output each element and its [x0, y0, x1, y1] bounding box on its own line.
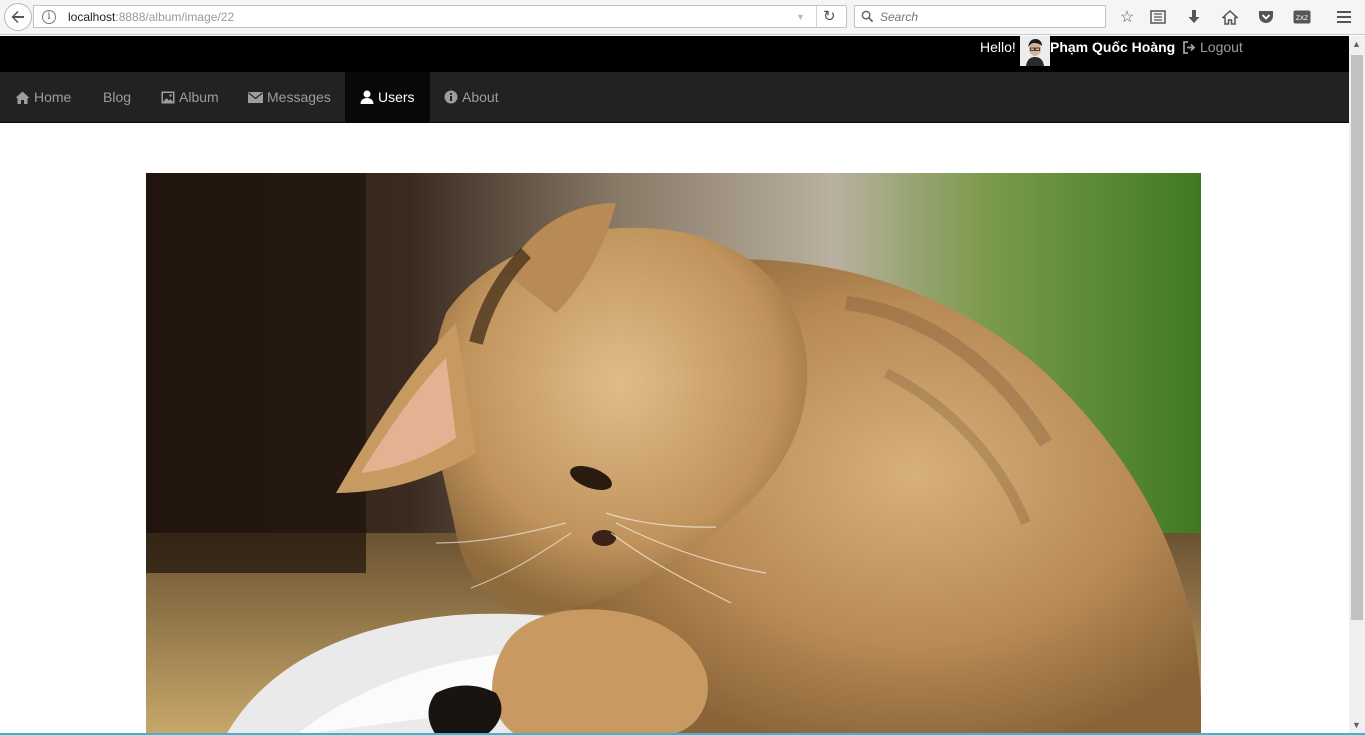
reload-icon[interactable]: ↻ [823, 7, 836, 25]
nav-label-album: Album [179, 89, 219, 105]
username-link[interactable]: Phạm Quốc Hoàng [1050, 39, 1175, 55]
info-icon[interactable]: i [42, 10, 56, 24]
logout-label: Logout [1200, 39, 1243, 55]
page-scrollbar[interactable]: ▲ ▼ [1349, 36, 1365, 735]
download-icon[interactable] [1183, 7, 1205, 27]
nav-label-users: Users [378, 89, 415, 105]
nav-item-home[interactable]: Home [0, 72, 86, 122]
envelope-icon [248, 91, 263, 103]
url-text[interactable]: localhost:8888/album/image/22 [68, 10, 234, 24]
nav-item-blog[interactable]: Blog [88, 72, 146, 122]
picture-icon [161, 91, 175, 103]
pocket-icon[interactable] [1255, 7, 1277, 27]
main-navbar: Home Blog Album Messages Users About [0, 72, 1349, 123]
nav-item-about[interactable]: About [429, 72, 514, 122]
url-bar[interactable]: i localhost:8888/album/image/22 ▼ ↻ [33, 5, 847, 28]
menu-icon[interactable] [1333, 7, 1355, 27]
divider [816, 6, 817, 27]
album-photo[interactable] [146, 173, 1201, 735]
search-input[interactable]: Search [854, 5, 1106, 28]
back-button[interactable] [4, 3, 32, 31]
nav-item-messages[interactable]: Messages [233, 72, 346, 122]
home-icon [15, 91, 30, 104]
home-button-icon[interactable] [1219, 7, 1241, 27]
search-icon [861, 10, 874, 23]
url-dropdown-icon[interactable]: ▼ [796, 12, 805, 22]
arrow-left-icon [11, 11, 24, 23]
nav-item-users[interactable]: Users [345, 72, 430, 122]
browser-toolbar: i localhost:8888/album/image/22 ▼ ↻ Sear… [0, 0, 1365, 35]
bookmark-star-icon[interactable]: ☆ [1116, 7, 1138, 27]
avatar[interactable] [1020, 36, 1050, 66]
nav-label-messages: Messages [267, 89, 331, 105]
scroll-down-icon[interactable]: ▼ [1352, 720, 1361, 730]
extension-icon[interactable]: ZXZ [1291, 7, 1313, 27]
nav-item-album[interactable]: Album [146, 72, 234, 122]
nav-label-blog: Blog [103, 89, 132, 105]
search-placeholder: Search [880, 10, 919, 24]
scroll-up-icon[interactable]: ▲ [1352, 39, 1361, 49]
info-circle-icon [444, 90, 458, 104]
logout-link[interactable]: Logout [1182, 39, 1243, 55]
scroll-thumb[interactable] [1351, 55, 1363, 620]
user-icon [360, 90, 374, 104]
svg-text:ZXZ: ZXZ [1296, 15, 1308, 22]
nav-label-about: About [462, 89, 499, 105]
logout-icon [1183, 40, 1196, 54]
greeting-text: Hello! [980, 39, 1016, 55]
user-bar: Hello! Phạm Quốc Hoàng Logout [0, 36, 1349, 72]
reading-list-icon[interactable] [1147, 7, 1169, 27]
nav-label-home: Home [34, 89, 72, 105]
